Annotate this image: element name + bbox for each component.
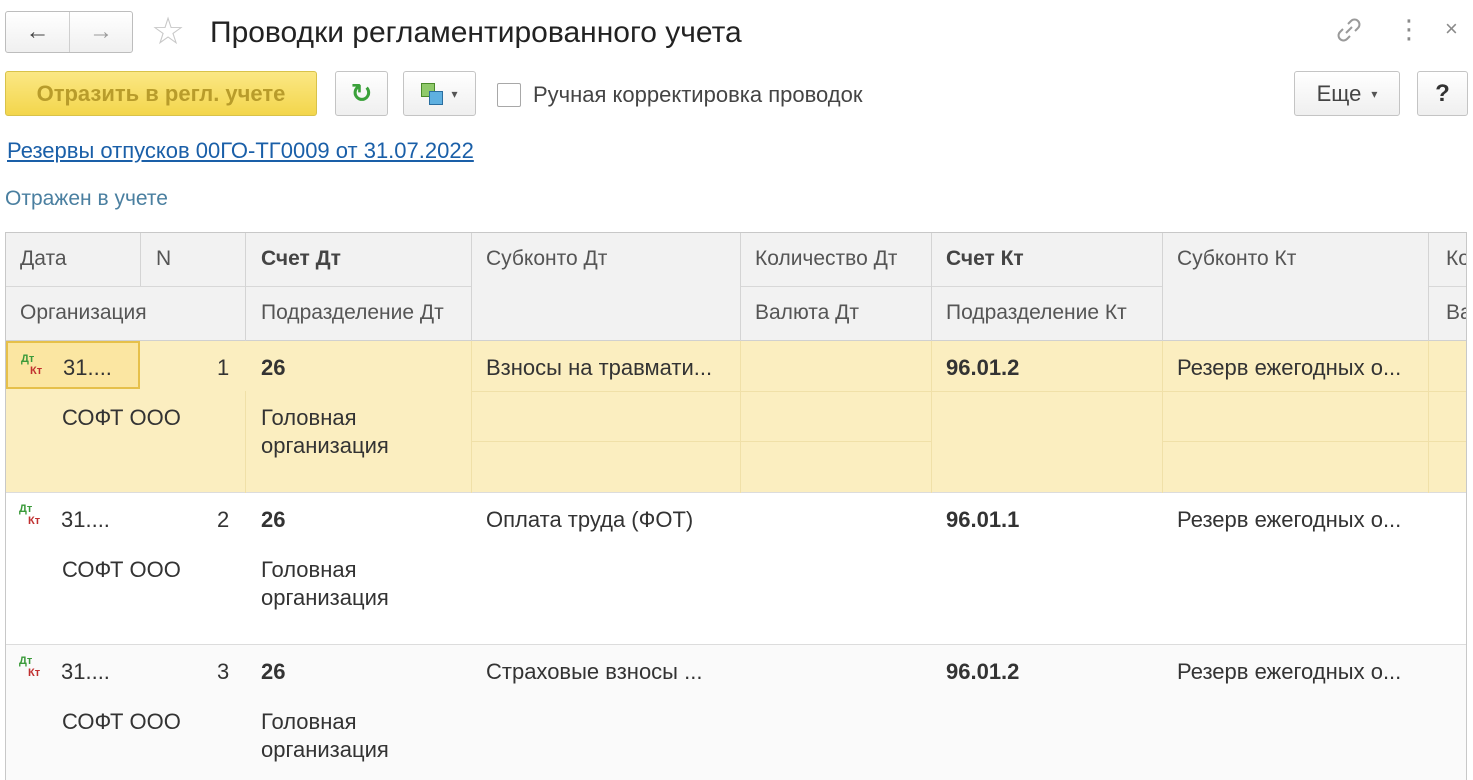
link-icon[interactable] [1335,16,1363,51]
account-dt: 26 [261,507,286,532]
table-header: Дата N Счет Дт Субконто Дт Количество Дт… [6,233,1466,341]
dt-kt-icon: Дт Кт [19,503,49,531]
chevron-down-icon: ▾ [1371,86,1378,101]
date-cell[interactable]: Дт Кт 31.... [6,341,140,389]
row-number: 3 [217,659,230,684]
arrow-left-icon: ← [25,18,50,45]
subconto-kt: Резерв ежегодных о... [1177,355,1402,380]
header-n[interactable]: N [156,247,171,271]
favorite-star-icon[interactable]: ☆ [151,12,185,52]
date-value: 31.... [61,659,110,684]
back-button[interactable]: ← [6,12,69,52]
chain-link-icon [1337,18,1361,42]
date-cell[interactable]: Дт Кт 31.... [6,493,140,541]
dt-kt-icon: Дт Кт [19,655,49,683]
header-account-dt[interactable]: Счет Дт [261,247,341,271]
arrow-right-icon: → [89,18,113,45]
subconto-dt: Оплата труда (ФОТ) [486,507,694,532]
title-bar: ← → ☆ Проводки регламентированного учета… [0,0,1473,66]
organization: СОФТ ООО [62,557,181,582]
dt-mark: Дт [19,655,33,667]
subconto-dt: Страховые взносы ... [486,659,703,684]
reflect-in-accounting-button[interactable]: Отразить в регл. учете [5,71,317,116]
subconto-kt: Резерв ежегодных о... [1177,507,1402,532]
dt-mark: Дт [19,503,33,515]
header-division-dt[interactable]: Подразделение Дт [261,301,444,325]
table-row[interactable]: Дт Кт 31.... 3 26 Страховые взносы ... 9… [6,645,1466,780]
structure-icon [421,82,444,105]
chevron-down-icon: ▾ [451,86,458,101]
date-value: 31.... [63,355,112,380]
navigation-group: ← → [5,11,133,53]
division-dt: Головная организация [261,557,389,610]
header-currency-dt[interactable]: Валюта Дт [755,301,859,325]
row-number: 2 [217,507,230,532]
manual-correction-toggle[interactable]: Ручная корректировка проводок [497,82,862,108]
dt-kt-icon: Дт Кт [21,353,51,381]
date-value: 31.... [61,507,110,532]
kt-mark: Кт [28,667,41,679]
header-currency-kt[interactable]: Ва [1446,301,1466,325]
row-number: 1 [217,355,230,380]
refresh-button[interactable]: ↻ [335,71,388,116]
division-dt: Головная организация [261,709,389,762]
division-dt: Головная организация [261,405,389,458]
more-actions-label: Еще [1316,80,1362,106]
document-structure-button[interactable]: ▾ [403,71,476,116]
subconto-dt: Взносы на травмати... [486,355,713,380]
more-vertical-icon[interactable]: ⋮ [1396,14,1422,44]
date-cell[interactable]: Дт Кт 31.... [6,645,140,693]
header-qty-kt[interactable]: Ко [1446,247,1466,271]
header-subconto-kt[interactable]: Субконто Кт [1177,247,1296,271]
organization: СОФТ ООО [62,405,181,430]
refresh-icon: ↻ [350,78,373,108]
header-subconto-dt[interactable]: Субконто Дт [486,247,607,271]
help-button[interactable]: ? [1417,71,1468,116]
document-link[interactable]: Резервы отпусков 00ГО-ТГ0009 от 31.07.20… [7,138,474,164]
header-account-kt[interactable]: Счет Кт [946,247,1024,271]
manual-correction-label: Ручная корректировка проводок [533,82,863,107]
close-icon[interactable]: × [1445,16,1458,42]
header-organization[interactable]: Организация [20,301,147,325]
table-row[interactable]: Дт Кт 31.... 1 26 Взносы на травмати... … [6,341,1466,493]
table-row[interactable]: Дт Кт 31.... 2 26 Оплата труда (ФОТ) 96.… [6,493,1466,645]
header-qty-dt[interactable]: Количество Дт [755,247,897,271]
status-text: Отражен в учете [5,187,168,210]
subconto-kt: Резерв ежегодных о... [1177,659,1402,684]
header-date[interactable]: Дата [20,247,67,271]
forward-button[interactable]: → [69,12,132,52]
more-actions-button[interactable]: Еще ▾ [1294,71,1400,116]
kt-mark: Кт [30,365,43,377]
account-kt: 96.01.2 [946,659,1020,684]
account-dt: 26 [261,659,286,684]
dt-mark: Дт [21,353,35,365]
page-title: Проводки регламентированного учета [210,16,742,49]
account-kt: 96.01.2 [946,355,1020,380]
account-dt: 26 [261,355,286,380]
organization: СОФТ ООО [62,709,181,734]
account-kt: 96.01.1 [946,507,1020,532]
kt-mark: Кт [28,515,41,527]
manual-correction-checkbox[interactable] [497,83,521,107]
header-division-kt[interactable]: Подразделение Кт [946,301,1127,325]
entries-table: Дата N Счет Дт Субконто Дт Количество Дт… [5,232,1467,780]
